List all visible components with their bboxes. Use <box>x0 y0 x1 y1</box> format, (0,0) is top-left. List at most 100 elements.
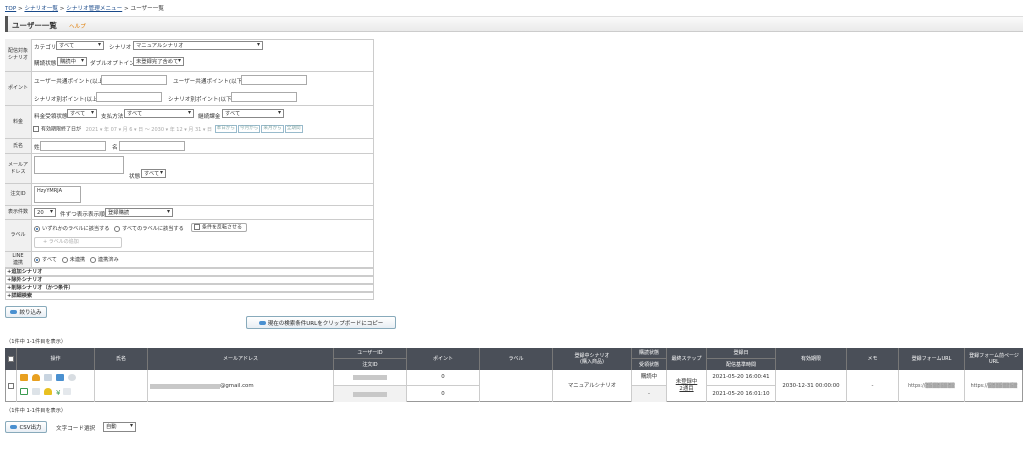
line-radio-row: すべて 未連携 連携済み <box>34 256 119 263</box>
order-id-textarea[interactable]: HzyYMRJA <box>34 186 81 203</box>
charset-label: 文字コード選択 <box>56 426 96 432</box>
continuous-select[interactable]: すべて <box>222 109 284 118</box>
row-divider <box>5 153 374 154</box>
row-checkbox[interactable] <box>7 383 14 389</box>
email-redacted <box>150 383 220 389</box>
users-icon[interactable] <box>56 374 64 381</box>
document-icon[interactable] <box>32 388 40 395</box>
result-count-top: （1件中 1-1件目を表示） <box>6 339 67 345</box>
th-label: ラベル <box>480 348 553 370</box>
th-form-prev-url: 登録フォーム前ページURL <box>965 348 1023 370</box>
scenario-point-max-label: シナリオ別ポイント(以下) <box>168 97 234 103</box>
pay-method-select[interactable]: すべて <box>124 109 194 118</box>
th-order-id: 注文ID <box>334 359 407 370</box>
category-label: カテゴリ <box>34 45 57 51</box>
charset-select[interactable]: 自動 <box>103 422 136 432</box>
row-divider <box>5 219 374 220</box>
period-end-label: 有効期限終了日が <box>41 126 82 133</box>
label-any-radio[interactable] <box>34 225 40 232</box>
date-preset-next-month[interactable]: 来月から <box>261 125 284 133</box>
period-end-checkbox[interactable] <box>33 126 39 132</box>
status-select[interactable]: 購読中 <box>57 57 87 66</box>
td-subscribe-status: 購読中 <box>632 370 667 386</box>
status-label: 購読状態 <box>34 61 57 67</box>
ops-icons-row-1 <box>20 374 80 384</box>
label-any-text: いずれかのラベルに該当する <box>42 226 110 232</box>
scenario-select[interactable]: マニュアルシナリオ <box>133 41 263 50</box>
mei-input[interactable] <box>119 141 185 151</box>
select-all-checkbox[interactable] <box>7 356 14 362</box>
exclude-scenario-toggle[interactable]: +除外シナリオ <box>5 276 374 284</box>
sei-input[interactable] <box>40 141 106 151</box>
edit-user-icon[interactable] <box>20 374 28 381</box>
th-subscribe-status: 購読状態 <box>632 348 667 359</box>
csv-export-button[interactable]: CSV出力 <box>5 421 47 433</box>
user-point-max-input[interactable] <box>241 75 307 85</box>
td-last-step: 未登録中 2通目 <box>667 370 707 402</box>
user-icon[interactable] <box>32 374 40 381</box>
edit-pencil-icon[interactable] <box>44 374 52 381</box>
mail-icon[interactable] <box>20 388 28 395</box>
fee-status-select[interactable]: すべて <box>67 109 97 118</box>
th-form-url: 登録フォームURL <box>899 348 965 370</box>
th-user-id: ユーザーID <box>334 348 407 359</box>
date-preset-this-month[interactable]: 今月から <box>237 125 261 133</box>
td-form-prev-url[interactable]: https://▒▒▒▒▒▒▒▒ <box>965 370 1023 402</box>
td-point-1: 0 <box>407 370 480 386</box>
label-all-radio[interactable] <box>114 225 121 232</box>
button-icon <box>10 425 18 429</box>
category-select[interactable]: すべて <box>56 41 104 50</box>
label-all-text: すべてのラベルに該当する <box>122 226 184 232</box>
copy-url-button[interactable]: 現在の検索条件URLをクリップボードにコピー <box>246 316 396 329</box>
last-step-link[interactable]: 未登録中 <box>676 379 698 386</box>
chat-icon[interactable] <box>68 374 76 381</box>
line-yes-radio[interactable] <box>89 256 96 263</box>
add-scenario-toggle[interactable]: +追加シナリオ <box>5 268 374 276</box>
label-add-button[interactable]: + ラベルの追加 <box>34 237 122 248</box>
deleted-scenario-toggle[interactable]: +削除シナリオ（かつ条件） <box>5 284 374 292</box>
line-no-text: 未連携 <box>69 257 86 263</box>
label-invert-text: 条件を反転させる <box>202 224 243 231</box>
double-optin-label: ダブルオプトイン <box>90 61 135 67</box>
breadcrumb-scenario-menu-link[interactable]: シナリオ管理メニュー <box>66 6 122 12</box>
breadcrumb-scenario-list-link[interactable]: シナリオ一覧 <box>24 6 58 12</box>
sei-label: 姓 <box>34 145 40 151</box>
scenario-point-min-input[interactable] <box>96 92 162 102</box>
user-point-min-input[interactable] <box>101 75 167 85</box>
line-label: LINE連携 <box>5 252 32 268</box>
row-divider <box>5 105 374 106</box>
email-state-select[interactable]: すべて <box>141 169 166 178</box>
page-title: ユーザー一覧 <box>12 21 57 30</box>
double-optin-select[interactable]: 未登録完了含めて <box>133 57 184 66</box>
line-icon[interactable] <box>63 388 72 395</box>
pay-method-label: 支払方法 <box>101 114 124 120</box>
td-form-url[interactable]: https://▒▒▒▒▒▒▒▒ <box>899 370 965 402</box>
date-preset-all[interactable]: 全期間 <box>284 125 303 133</box>
td-ops: ¥ <box>17 370 95 402</box>
date-preset-today[interactable]: 本日から <box>214 125 237 133</box>
bell-icon[interactable] <box>44 388 52 395</box>
row-divider <box>5 71 374 72</box>
last-step-number-link[interactable]: 2通目 <box>679 386 693 393</box>
button-icon <box>258 320 266 325</box>
scenario-point-max-input[interactable] <box>231 92 297 102</box>
th-last-step: 最終ステップ <box>667 348 707 370</box>
th-email: メールアドレス <box>148 348 334 370</box>
label-invert-button[interactable]: 条件を反転させる <box>191 223 247 232</box>
order-by-select[interactable]: 登録購読 <box>105 208 173 217</box>
search-button[interactable]: 絞り込み <box>5 306 47 318</box>
email-textarea[interactable] <box>34 156 124 174</box>
td-expire: 2030-12-31 00:00:00 <box>776 370 847 402</box>
breadcrumb-current: ユーザー一覧 <box>130 6 164 12</box>
line-no-radio[interactable] <box>61 256 68 263</box>
date-range[interactable]: 2021 ▾ 年 07 ▾ 月 6 ▾ 日 〜 2030 ▾ 年 12 ▾ 月 … <box>86 127 212 133</box>
target-scenario-label: 配信対象シナリオ <box>5 39 32 72</box>
detail-search-toggle[interactable]: +詳細検索 <box>5 292 374 300</box>
breadcrumb-top-link[interactable]: TOP <box>5 6 16 12</box>
yen-icon[interactable]: ¥ <box>56 389 60 397</box>
line-all-text: すべて <box>42 257 57 263</box>
label-invert-checkbox[interactable] <box>194 224 200 230</box>
line-all-radio[interactable] <box>34 256 40 263</box>
per-page-select[interactable]: 20 <box>34 208 56 217</box>
help-link[interactable]: ヘルプ <box>69 22 86 30</box>
